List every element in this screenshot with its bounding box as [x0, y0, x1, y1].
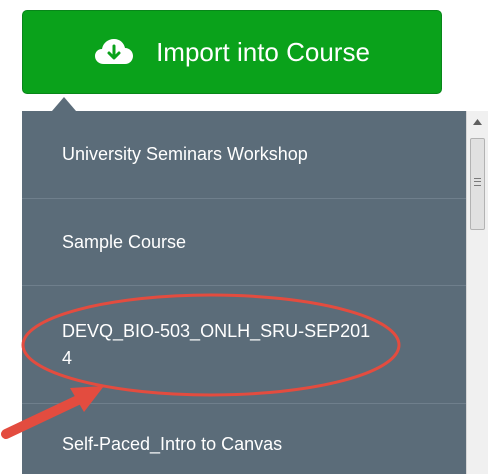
import-into-course-button[interactable]: Import into Course [22, 10, 442, 94]
scroll-up-arrow-icon [473, 119, 482, 125]
scroll-thumb[interactable] [470, 138, 485, 230]
import-button-label: Import into Course [156, 36, 370, 67]
scroll-thumb-grip-icon [474, 178, 481, 186]
course-item-label: Sample Course [62, 231, 187, 252]
course-item-highlighted[interactable]: DEVQ_BIO-503_ONLH_SRU-SEP2014 [22, 286, 466, 404]
course-item[interactable]: University Seminars Workshop [22, 111, 466, 199]
scroll-up-button[interactable] [467, 111, 488, 133]
course-item-label: University Seminars Workshop [62, 143, 308, 164]
course-dropdown-menu: University Seminars Workshop Sample Cour… [22, 111, 466, 474]
course-item-label: DEVQ_BIO-503_ONLH_SRU-SEP2014 [62, 320, 371, 368]
course-item[interactable]: Sample Course [22, 199, 466, 286]
cloud-download-icon [95, 39, 134, 64]
course-item[interactable]: Self-Paced_Intro to Canvas [22, 404, 466, 474]
dropdown-caret [52, 97, 76, 111]
course-list: University Seminars Workshop Sample Cour… [22, 111, 466, 474]
course-item-label: Self-Paced_Intro to Canvas [62, 433, 283, 454]
dropdown-scrollbar[interactable] [466, 111, 488, 474]
